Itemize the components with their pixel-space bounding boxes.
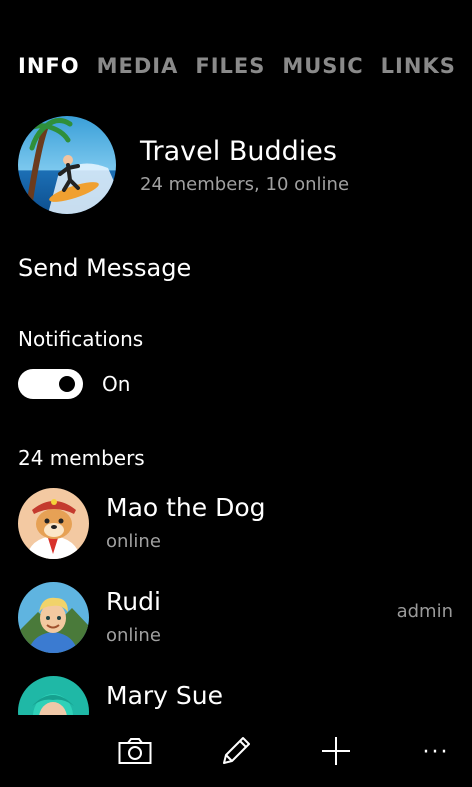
- camera-button[interactable]: [115, 733, 155, 773]
- tab-links[interactable]: LINKS: [381, 54, 456, 78]
- list-item[interactable]: Mary Sue: [0, 674, 472, 715]
- camera-icon: [118, 737, 152, 769]
- tab-media[interactable]: MEDIA: [97, 54, 179, 78]
- group-header: Travel Buddies 24 members, 10 online: [18, 116, 349, 214]
- member-role-badge: admin: [396, 601, 453, 622]
- member-info: Mao the Dog online: [106, 488, 266, 552]
- member-list[interactable]: Mao the Dog online Rudi online admin Mar…: [0, 486, 472, 715]
- members-count: 24 members: [18, 446, 145, 470]
- member-status: online: [106, 625, 161, 646]
- group-title: Travel Buddies: [140, 136, 337, 167]
- more-button[interactable]: ···: [416, 733, 456, 773]
- edit-button[interactable]: [216, 733, 256, 773]
- notifications-label: Notifications: [18, 327, 144, 351]
- avatar: [18, 676, 89, 715]
- member-name: Rudi: [106, 587, 161, 616]
- plus-icon: [320, 735, 352, 771]
- member-name: Mao the Dog: [106, 493, 266, 522]
- list-item[interactable]: Mao the Dog online: [0, 486, 472, 580]
- group-avatar[interactable]: [18, 116, 116, 214]
- avatar: [18, 488, 89, 559]
- tab-info[interactable]: INFO: [18, 54, 80, 78]
- app-bar: ···: [0, 715, 472, 787]
- send-message-button[interactable]: Send Message: [18, 254, 191, 282]
- add-button[interactable]: [316, 733, 356, 773]
- more-icon: ···: [422, 740, 450, 765]
- group-subtitle: 24 members, 10 online: [140, 174, 350, 195]
- list-item[interactable]: Rudi online admin: [0, 580, 472, 674]
- tab-music[interactable]: MUSIC: [282, 54, 363, 78]
- avatar: [18, 582, 89, 653]
- member-status: online: [106, 531, 161, 552]
- toggle-knob: [59, 376, 75, 392]
- pivot-tabs: INFO MEDIA FILES MUSIC LINKS: [18, 54, 472, 78]
- member-name: Mary Sue: [106, 681, 224, 710]
- group-info: Travel Buddies 24 members, 10 online: [140, 135, 349, 195]
- pencil-icon: [220, 735, 252, 771]
- notifications-toggle[interactable]: [18, 369, 83, 399]
- tab-files[interactable]: FILES: [195, 54, 265, 78]
- member-info: Rudi online: [106, 582, 161, 646]
- notifications-toggle-row: On: [18, 369, 130, 399]
- notifications-state: On: [102, 372, 131, 396]
- member-info: Mary Sue: [106, 676, 223, 711]
